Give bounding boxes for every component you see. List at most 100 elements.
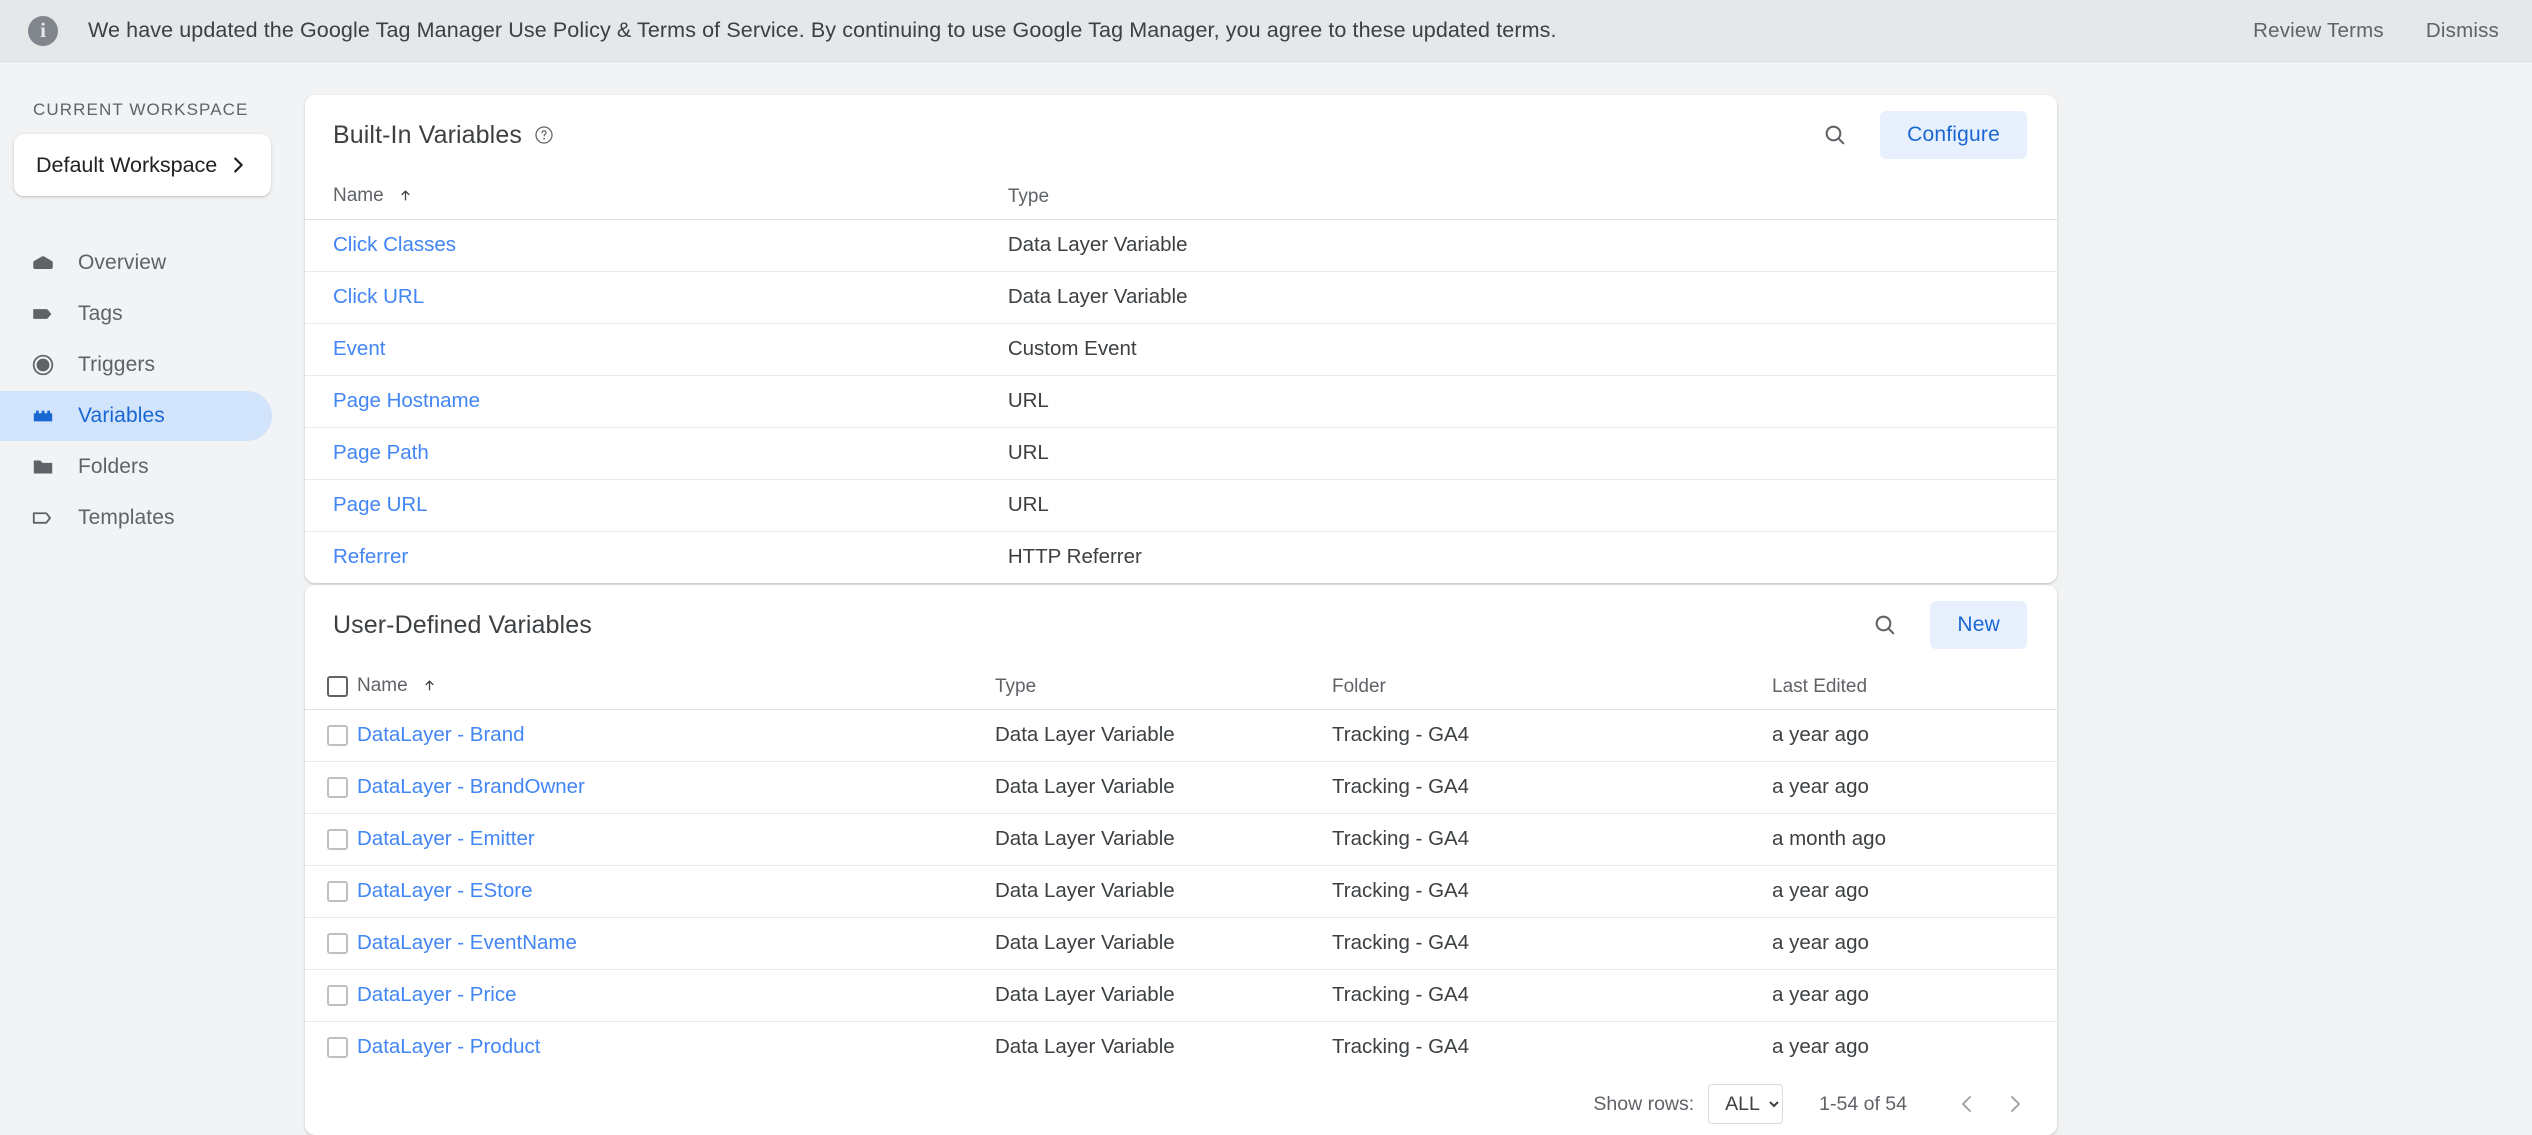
table-row[interactable]: DataLayer - Product Data Layer Variable … <box>305 1021 2057 1073</box>
select-all-checkbox-cell <box>305 665 357 710</box>
variable-folder: Tracking - GA4 <box>1332 813 1772 866</box>
variable-type: Custom Event <box>1007 323 2057 376</box>
sidebar-item-folders[interactable]: Folders <box>0 442 272 492</box>
table-row[interactable]: Page Hostname URL <box>305 375 2057 428</box>
built-in-variables-title: Built-In Variables <box>333 120 522 149</box>
variable-folder: Tracking - GA4 <box>1332 761 1772 814</box>
variable-folder: Tracking - GA4 <box>1332 917 1772 970</box>
row-checkbox[interactable] <box>327 1036 348 1058</box>
variable-last-edited: a month ago <box>1772 813 2057 866</box>
variable-name-link[interactable]: DataLayer - Product <box>357 1035 540 1058</box>
sidebar-item-tags[interactable]: Tags <box>0 289 272 339</box>
variable-name-link[interactable]: Click Classes <box>333 233 456 256</box>
sort-ascending-icon <box>422 677 437 699</box>
variable-name-link[interactable]: DataLayer - Emitter <box>357 827 535 850</box>
column-header-type[interactable]: Type <box>1007 175 2057 220</box>
table-row[interactable]: DataLayer - EventName Data Layer Variabl… <box>305 917 2057 970</box>
policy-banner-actions: Review Terms Dismiss <box>2253 19 2499 43</box>
user-defined-variables-body: DataLayer - Brand Data Layer Variable Tr… <box>305 709 2057 1073</box>
search-icon[interactable] <box>1862 602 1908 648</box>
variable-last-edited: a year ago <box>1772 1035 1869 1059</box>
variable-type: Data Layer Variable <box>995 917 1332 970</box>
folder-icon <box>28 452 58 482</box>
table-row[interactable]: DataLayer - Price Data Layer Variable Tr… <box>305 969 2057 1022</box>
table-row[interactable]: DataLayer - Emitter Data Layer Variable … <box>305 813 2057 866</box>
variable-name-link[interactable]: Page Path <box>333 441 429 464</box>
select-all-checkbox[interactable] <box>327 676 348 698</box>
sort-ascending-icon <box>398 187 413 209</box>
table-row[interactable]: Page Path URL <box>305 427 2057 480</box>
built-in-variables-body: Click Classes Data Layer Variable Click … <box>305 219 2057 583</box>
table-row[interactable]: Referrer HTTP Referrer <box>305 531 2057 583</box>
column-header-type[interactable]: Type <box>995 665 1332 710</box>
column-header-last-edited[interactable]: Last Edited <box>1772 665 2057 710</box>
variable-name-link[interactable]: DataLayer - EventName <box>357 931 577 954</box>
table-row[interactable]: DataLayer - EStore Data Layer Variable T… <box>305 865 2057 918</box>
table-row[interactable]: DataLayer - BrandOwner Data Layer Variab… <box>305 761 2057 814</box>
review-terms-button[interactable]: Review Terms <box>2253 19 2384 43</box>
table-header-row: Name Type <box>305 175 2057 220</box>
variable-name-link[interactable]: Referrer <box>333 545 408 568</box>
variable-name-link[interactable]: Page Hostname <box>333 389 480 412</box>
user-defined-variables-title: User-Defined Variables <box>333 610 592 639</box>
user-defined-variables-table: Name Type Folder Last Edited DataLayer -… <box>305 665 2057 1073</box>
variable-name-link[interactable]: Page URL <box>333 493 428 516</box>
variable-name-link[interactable]: DataLayer - Brand <box>357 723 525 746</box>
rows-per-page-select[interactable]: ALL <box>1708 1084 1784 1124</box>
variable-folder: Tracking - GA4 <box>1332 1035 1470 1059</box>
variable-type: Data Layer Variable <box>995 1035 1175 1059</box>
table-pagination: Show rows: ALL 1-54 of 54 <box>305 1073 2057 1135</box>
user-defined-variables-card: User-Defined Variables New Name Type Fol… <box>305 585 2057 1135</box>
trigger-icon <box>28 350 58 380</box>
row-checkbox[interactable] <box>327 828 348 850</box>
policy-banner: i We have updated the Google Tag Manager… <box>0 0 2532 62</box>
sidebar-item-overview[interactable]: Overview <box>0 238 272 288</box>
workspace-selector[interactable]: Default Workspace <box>14 134 271 196</box>
variable-type: Data Layer Variable <box>995 813 1332 866</box>
sidebar-item-variables[interactable]: Variables <box>0 391 272 441</box>
variable-type: HTTP Referrer <box>1007 545 1142 569</box>
row-checkbox[interactable] <box>327 984 348 1006</box>
variable-last-edited: a year ago <box>1772 917 2057 970</box>
variable-name-link[interactable]: DataLayer - EStore <box>357 879 532 902</box>
chevron-left-icon[interactable] <box>1943 1080 1991 1128</box>
variable-type: Data Layer Variable <box>1007 219 2057 272</box>
column-header-folder[interactable]: Folder <box>1332 665 1772 710</box>
table-row[interactable]: Event Custom Event <box>305 323 2057 376</box>
column-header-name-label: Name <box>333 184 384 206</box>
configure-button[interactable]: Configure <box>1880 111 2027 159</box>
variable-type: URL <box>1007 479 2057 532</box>
column-header-name[interactable]: Name <box>357 665 995 710</box>
table-row[interactable]: Click URL Data Layer Variable <box>305 271 2057 324</box>
variable-folder: Tracking - GA4 <box>1332 969 1772 1022</box>
variable-folder: Tracking - GA4 <box>1332 865 1772 918</box>
column-header-name-label: Name <box>357 674 408 696</box>
row-checkbox[interactable] <box>327 724 348 746</box>
variable-name-link[interactable]: DataLayer - BrandOwner <box>357 775 585 798</box>
table-row[interactable]: Click Classes Data Layer Variable <box>305 219 2057 272</box>
variable-name-link[interactable]: DataLayer - Price <box>357 983 517 1006</box>
sidebar-item-triggers[interactable]: Triggers <box>0 340 272 390</box>
variable-type: Data Layer Variable <box>995 865 1332 918</box>
sidebar-item-label: Templates <box>78 506 175 529</box>
show-rows-label: Show rows: <box>1593 1092 1695 1115</box>
variable-name-link[interactable]: Event <box>333 337 385 360</box>
row-checkbox[interactable] <box>327 880 348 902</box>
sidebar-item-templates[interactable]: Templates <box>0 493 272 543</box>
chevron-right-icon[interactable] <box>1991 1080 2039 1128</box>
table-row[interactable]: DataLayer - Brand Data Layer Variable Tr… <box>305 709 2057 762</box>
row-checkbox[interactable] <box>327 932 348 954</box>
help-icon[interactable] <box>534 125 554 145</box>
main-content: Built-In Variables Configure Name Type C… <box>305 62 2532 1135</box>
policy-banner-message: We have updated the Google Tag Manager U… <box>88 18 1557 42</box>
row-checkbox[interactable] <box>327 776 348 798</box>
new-button[interactable]: New <box>1930 601 2027 649</box>
search-icon[interactable] <box>1812 112 1858 158</box>
variable-name-link[interactable]: Click URL <box>333 285 424 308</box>
table-row[interactable]: Page URL URL <box>305 479 2057 532</box>
user-defined-variables-header: User-Defined Variables New <box>305 585 2057 665</box>
column-header-name[interactable]: Name <box>305 175 1008 220</box>
pagination-range: 1-54 of 54 <box>1819 1092 1907 1115</box>
dismiss-button[interactable]: Dismiss <box>2426 19 2499 43</box>
table-header-row: Name Type Folder Last Edited <box>305 665 2057 710</box>
